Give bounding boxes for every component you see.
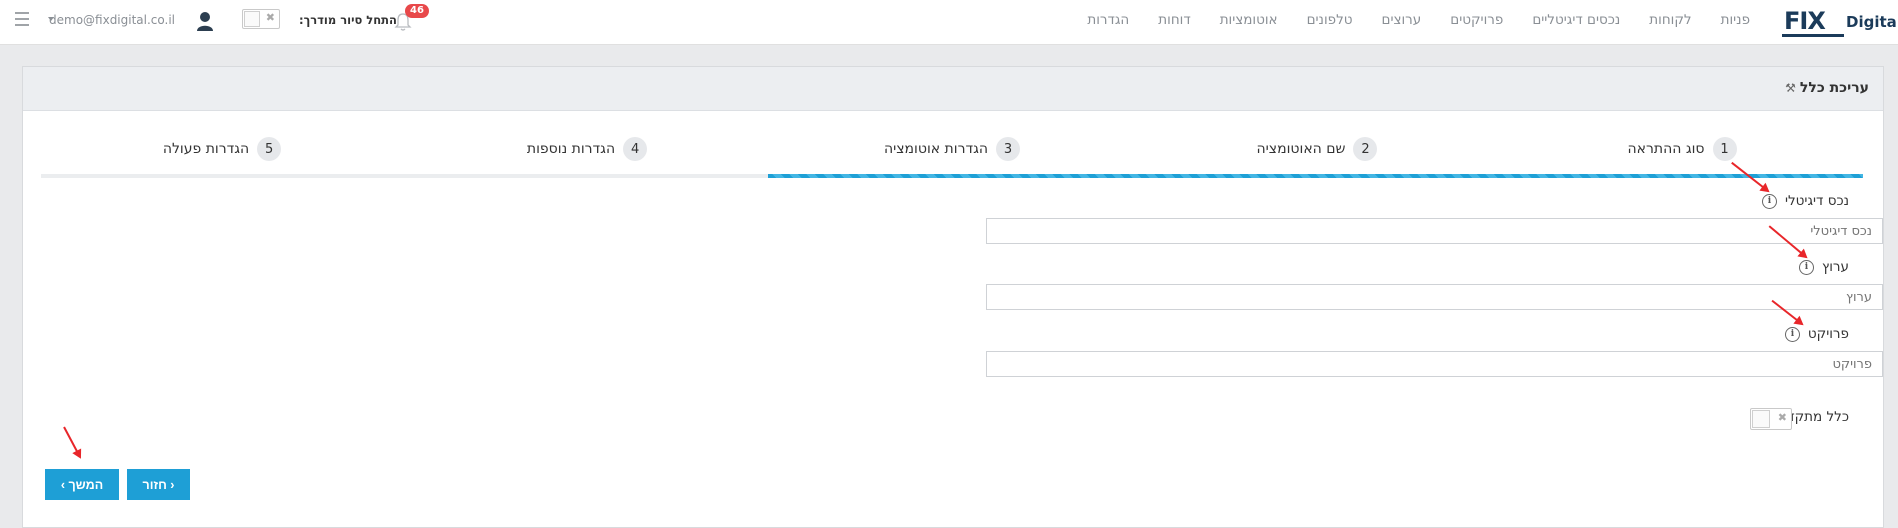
step-automation-name[interactable]: 2 שם האוטומציה	[1136, 125, 1498, 173]
step-number: 1	[1712, 137, 1737, 161]
step-alert-type[interactable]: 1 סוג ההתראה	[1501, 125, 1863, 173]
close-icon: ✖	[265, 11, 275, 24]
toggle-knob	[244, 11, 260, 27]
back-button[interactable]: ‹ חזור	[127, 469, 190, 500]
next-button[interactable]: המשך ›	[45, 469, 119, 500]
nav-item-digital-assets[interactable]: נכסים דיגיטליים	[1532, 12, 1620, 28]
nav-item-customers[interactable]: לקוחות	[1649, 12, 1691, 28]
guided-tour-toggle[interactable]: ✖	[242, 9, 280, 29]
top-bar: FIX Digital פניות לקוחות נכסים דיגיטליים…	[0, 0, 1898, 45]
hamburger-menu-icon[interactable]	[15, 12, 29, 30]
step-action-settings[interactable]: 5 הגדרות פעולה	[41, 125, 403, 173]
logo-digital-text: Digital	[1846, 13, 1898, 31]
panel-title-text: עריכת כלל	[1799, 80, 1869, 96]
digital-asset-input[interactable]	[986, 218, 1883, 244]
chevron-down-icon[interactable]	[48, 17, 54, 21]
panel-title: עריכת כלל ⚒	[1785, 80, 1869, 96]
step-number: 5	[257, 137, 282, 161]
info-icon[interactable]: i	[1761, 193, 1777, 209]
toggle-knob	[1752, 410, 1770, 428]
step-label: שם האוטומציה	[1256, 141, 1346, 157]
user-email[interactable]: demo@fixdigital.co.il	[49, 13, 175, 27]
step-additional-settings[interactable]: 4 הגדרות נוספות	[406, 125, 768, 173]
project-label: פרויקט i	[1784, 326, 1849, 342]
step-progress-fill	[768, 174, 1863, 178]
nav-item-phones[interactable]: טלפונים	[1307, 12, 1353, 28]
close-icon: ✖	[1777, 411, 1787, 424]
logo-fix-text: FIX	[1784, 7, 1826, 35]
project-input[interactable]	[986, 351, 1883, 377]
nav-item-settings[interactable]: הגדרות	[1087, 12, 1129, 28]
channel-label-text: ערוץ	[1821, 259, 1849, 275]
nav-item-inquiries[interactable]: פניות	[1721, 12, 1750, 28]
step-label: סוג ההתראה	[1627, 141, 1705, 157]
step-number: 2	[1353, 137, 1378, 161]
info-icon[interactable]: i	[1798, 259, 1814, 275]
advanced-rule-toggle[interactable]: ✖	[1750, 408, 1792, 430]
step-number: 3	[996, 137, 1021, 161]
user-avatar-icon[interactable]	[196, 10, 214, 32]
logo-underline	[1782, 34, 1844, 37]
panel-header: עריכת כלל ⚒	[23, 67, 1883, 111]
channel-label: ערוץ i	[1798, 259, 1849, 275]
info-icon[interactable]: i	[1784, 326, 1800, 342]
guided-tour-label: התחל סיור מודרך:	[299, 13, 397, 27]
project-label-text: פרויקט	[1807, 326, 1849, 342]
digital-asset-label-text: נכס דיגיטלי	[1784, 193, 1849, 209]
nav-item-channels[interactable]: ערוצים	[1382, 12, 1422, 28]
fix-digital-logo[interactable]: FIX Digital	[1776, 5, 1898, 39]
channel-input[interactable]	[986, 284, 1883, 310]
step-label: הגדרות נוספות	[526, 141, 616, 157]
magic-wand-icon: ⚒	[1785, 81, 1796, 95]
nav-item-reports[interactable]: דוחות	[1158, 12, 1190, 28]
nav-item-automations[interactable]: אוטומציות	[1220, 12, 1278, 28]
notification-badge: 46	[405, 4, 429, 18]
step-automation-settings[interactable]: 3 הגדרות אוטומציה	[771, 125, 1133, 173]
step-label: הגדרות פעולה	[162, 141, 250, 157]
step-number: 4	[623, 137, 648, 161]
main-nav: פניות לקוחות נכסים דיגיטליים פרויקטים ער…	[1058, 12, 1750, 28]
nav-item-projects[interactable]: פרויקטים	[1450, 12, 1503, 28]
digital-asset-label: נכס דיגיטלי i	[1761, 193, 1849, 209]
edit-rule-panel: עריכת כלל ⚒ 1 סוג ההתראה 2 שם האוטומציה …	[22, 66, 1884, 528]
step-label: הגדרות אוטומציה	[883, 141, 989, 157]
